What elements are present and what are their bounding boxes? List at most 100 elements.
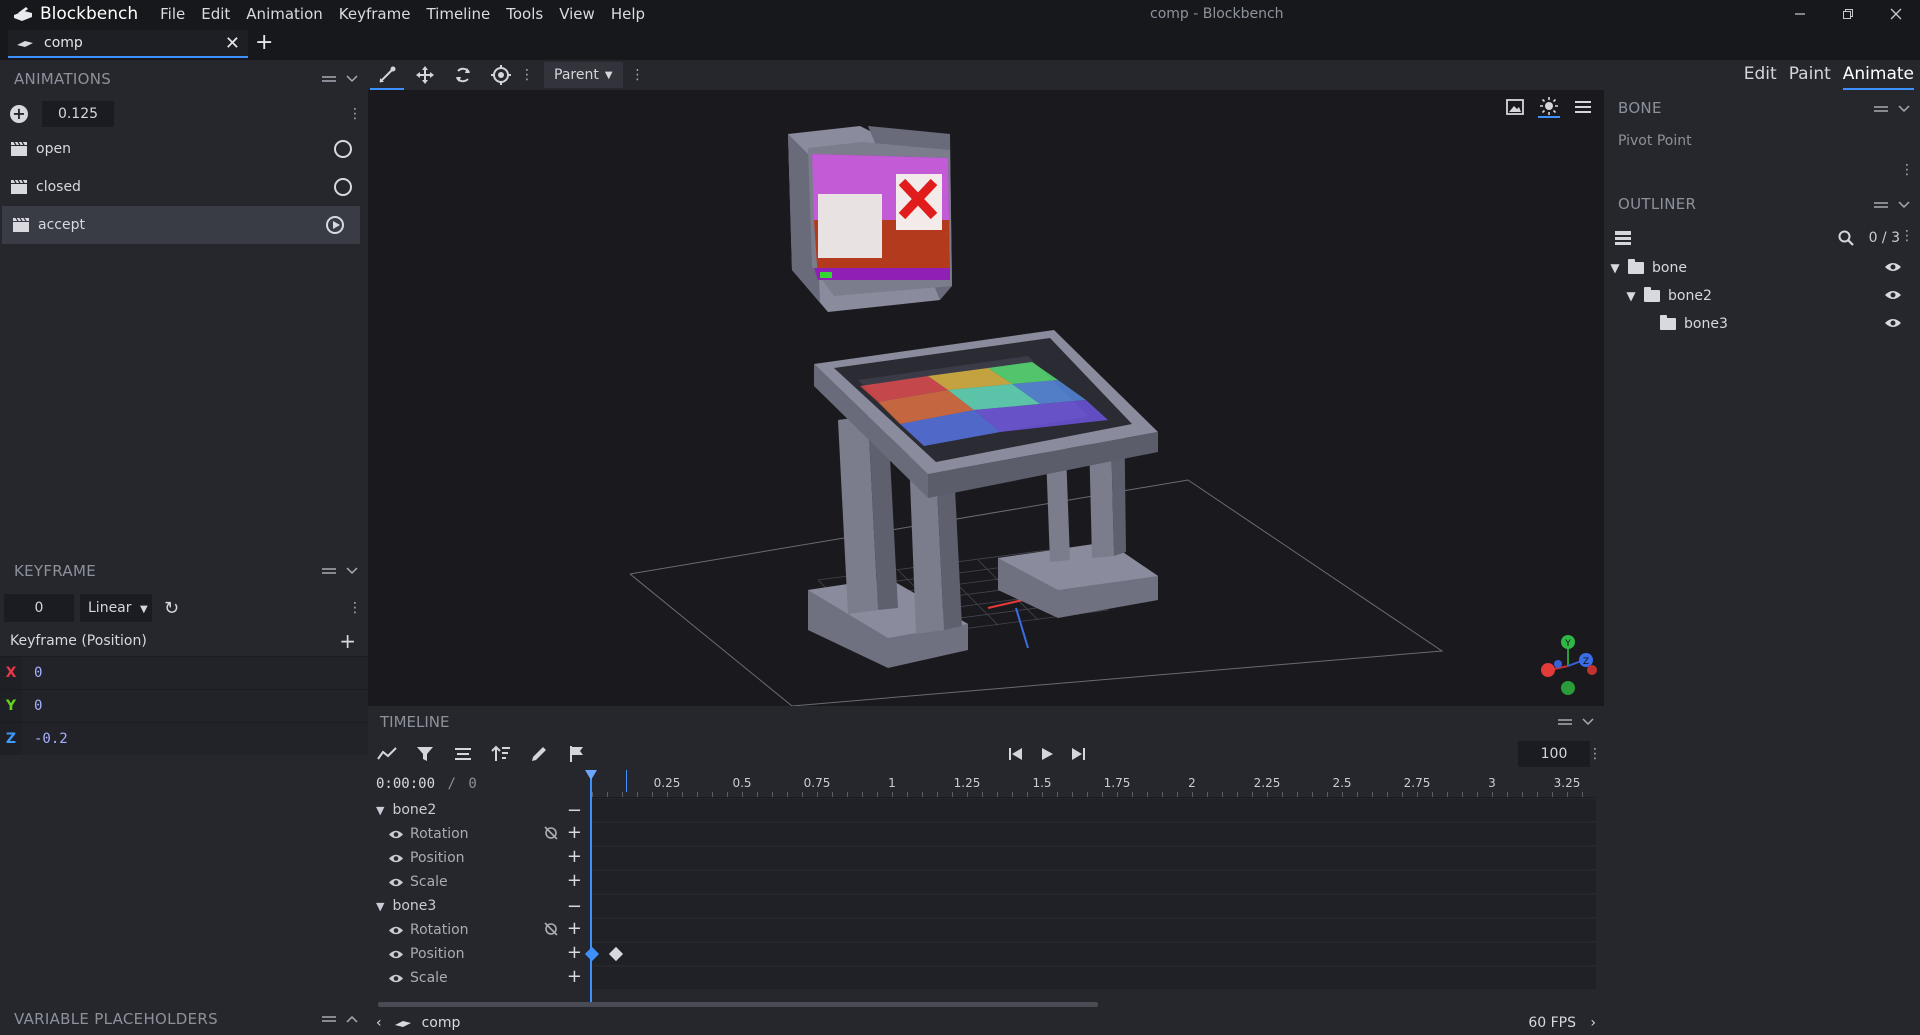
disabled-channel-icon[interactable] <box>544 922 558 936</box>
axis-x-value[interactable]: 0 <box>34 665 42 681</box>
background-image-button[interactable] <box>1504 96 1526 118</box>
add-keyframe-icon[interactable]: + <box>567 918 582 939</box>
3d-viewport[interactable]: Y Z <box>368 90 1604 706</box>
track-bone2-position[interactable]: Position + <box>368 846 1596 870</box>
panel-menu-icon[interactable] <box>322 74 336 84</box>
visibility-eye-icon[interactable] <box>1884 317 1902 329</box>
chevron-right-icon[interactable]: › <box>1590 1015 1596 1031</box>
track-lane[interactable] <box>592 895 1596 917</box>
toolbar-kebab-icon[interactable]: ⋮ <box>520 67 534 83</box>
more-options-icon[interactable]: ⋮ <box>348 106 362 122</box>
animation-item-open[interactable]: open <box>0 130 368 168</box>
track-lane[interactable] <box>592 823 1596 845</box>
rotate-tool-button[interactable] <box>444 60 482 90</box>
lighting-button[interactable] <box>1538 96 1560 118</box>
edit-button[interactable] <box>520 738 558 770</box>
menu-file[interactable]: File <box>152 0 193 28</box>
collapse-chevron-icon[interactable] <box>1582 718 1594 726</box>
panel-menu-icon[interactable] <box>322 566 336 576</box>
visibility-eye-icon[interactable] <box>388 853 404 864</box>
menu-timeline[interactable]: Timeline <box>418 0 498 28</box>
close-button[interactable] <box>1872 0 1920 28</box>
animation-state-icon[interactable] <box>334 140 352 158</box>
track-bone2-scale[interactable]: Scale + <box>368 870 1596 894</box>
channels-button[interactable] <box>444 738 482 770</box>
time-ruler[interactable]: 0.25 0.5 0.75 1 1.25 1.5 1.75 2 2.25 2.5 2.75 3 3.25 <box>592 770 1596 798</box>
collapse-chevron-icon[interactable] <box>1898 201 1910 209</box>
track-bone3-position[interactable]: Position + <box>368 942 1596 966</box>
play-icon[interactable] <box>1040 747 1054 761</box>
collapse-chevron-icon[interactable] <box>1898 105 1910 113</box>
interpolation-select[interactable]: Linear ▼ <box>80 594 152 622</box>
outliner-item-bone2[interactable]: ▼ bone2 <box>1604 282 1920 310</box>
track-lane[interactable] <box>592 799 1596 821</box>
marker-button[interactable] <box>558 738 596 770</box>
visibility-eye-icon[interactable] <box>1884 261 1902 273</box>
track-lane[interactable] <box>592 919 1596 941</box>
track-bone3-scale[interactable]: Scale + <box>368 966 1596 990</box>
tab-comp[interactable]: comp ✕ <box>8 30 248 58</box>
menu-keyframe[interactable]: Keyframe <box>331 0 419 28</box>
tab-close-icon[interactable]: ✕ <box>225 33 240 54</box>
menu-view[interactable]: View <box>551 0 603 28</box>
panel-menu-icon[interactable] <box>1874 200 1888 210</box>
pivot-tool-button[interactable] <box>482 60 520 90</box>
menu-help[interactable]: Help <box>603 0 653 28</box>
collapse-chevron-icon[interactable] <box>346 567 358 575</box>
axis-z-value[interactable]: -0.2 <box>34 731 68 747</box>
animation-state-icon[interactable] <box>334 178 352 196</box>
more-options-icon[interactable]: ⋮ <box>1900 162 1914 178</box>
mode-tab-animate[interactable]: Animate <box>1842 60 1914 90</box>
more-options-icon[interactable]: ⋮ <box>348 600 362 616</box>
track-group-bone3[interactable]: ▼ bone3 − <box>368 894 1596 918</box>
track-bone3-rotation[interactable]: Rotation + <box>368 918 1596 942</box>
add-keyframe-icon[interactable]: + <box>567 846 582 867</box>
more-options-icon[interactable]: ⋮ <box>1588 746 1602 762</box>
more-options-icon[interactable]: ⋮ <box>1900 228 1914 244</box>
axis-y-value[interactable]: 0 <box>34 698 42 714</box>
graph-editor-button[interactable] <box>368 738 406 770</box>
viewport-menu-button[interactable] <box>1572 96 1594 118</box>
track-lane[interactable] <box>592 967 1596 989</box>
chevron-down-icon[interactable]: ▼ <box>376 804 384 817</box>
visibility-eye-icon[interactable] <box>388 829 404 840</box>
axis-z-field[interactable] <box>22 723 368 755</box>
track-bone2-rotation[interactable]: Rotation + <box>368 822 1596 846</box>
axis-x-field[interactable] <box>22 657 368 689</box>
panel-menu-icon[interactable] <box>322 1014 336 1024</box>
visibility-eye-icon[interactable] <box>1884 289 1902 301</box>
axis-y-field[interactable] <box>22 690 368 722</box>
menu-tools[interactable]: Tools <box>498 0 551 28</box>
mode-tab-edit[interactable]: Edit <box>1744 60 1777 90</box>
collapse-minus-icon[interactable]: − <box>567 800 582 821</box>
menu-animation[interactable]: Animation <box>238 0 330 28</box>
track-lane[interactable] <box>584 943 1596 965</box>
visibility-eye-icon[interactable] <box>388 949 404 960</box>
chevron-down-icon[interactable]: ▼ <box>1608 261 1622 275</box>
expand-chevron-icon[interactable] <box>346 1015 358 1023</box>
outliner-item-bone[interactable]: ▼ bone <box>1604 254 1920 282</box>
visibility-eye-icon[interactable] <box>388 877 404 888</box>
playhead-line[interactable] <box>590 770 592 1002</box>
add-datapoint-icon[interactable]: + <box>339 629 356 653</box>
move-tool-button[interactable] <box>406 60 444 90</box>
track-group-bone2[interactable]: ▼ bone2 − <box>368 798 1596 822</box>
filter-button[interactable] <box>406 738 444 770</box>
keyframe[interactable] <box>608 946 624 962</box>
new-tab-icon[interactable]: + <box>255 30 273 55</box>
playback-speed-input[interactable]: 100 <box>1518 741 1590 767</box>
pose-tool-button[interactable] <box>368 60 406 90</box>
search-icon[interactable] <box>1838 230 1854 246</box>
outliner-item-bone3[interactable]: bone3 <box>1604 310 1920 338</box>
add-keyframe-icon[interactable]: + <box>567 870 582 891</box>
add-keyframe-icon[interactable]: + <box>567 942 582 963</box>
add-animation-icon[interactable]: + <box>10 105 28 123</box>
disabled-channel-icon[interactable] <box>544 826 558 840</box>
menu-edit[interactable]: Edit <box>193 0 238 28</box>
transform-space-select[interactable]: Parent ▼ <box>544 62 623 88</box>
visibility-eye-icon[interactable] <box>388 925 404 936</box>
skip-forward-icon[interactable] <box>1070 747 1086 761</box>
collapse-minus-icon[interactable]: − <box>567 896 582 917</box>
add-keyframe-icon[interactable]: + <box>567 966 582 987</box>
chevron-down-icon[interactable]: ▼ <box>376 900 384 913</box>
